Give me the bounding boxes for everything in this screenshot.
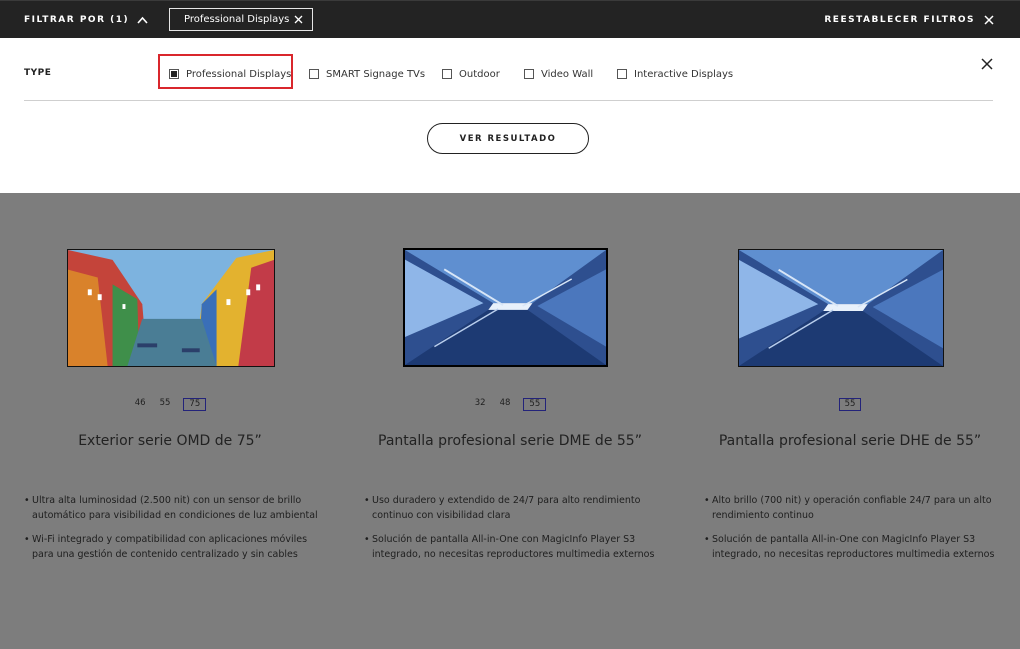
feature-item: Solución de pantalla All-in-One con Magi… (364, 532, 664, 562)
option-outdoor[interactable]: Outdoor (442, 67, 500, 81)
product-card-dme[interactable]: 32 48 55 Pantalla profesional serie DME … (340, 193, 680, 649)
option-smart-signage-tvs[interactable]: SMART Signage TVs (309, 67, 425, 81)
size-option[interactable]: 55 (159, 398, 172, 411)
close-icon (984, 15, 994, 25)
option-video-wall[interactable]: Video Wall (524, 67, 593, 81)
feature-item: Wi-Fi integrado y compatibilidad con apl… (24, 532, 324, 562)
size-option[interactable]: 48 (499, 398, 512, 411)
checkbox[interactable] (524, 69, 534, 79)
filter-toggle-label: FILTRAR POR (1) (24, 15, 130, 25)
option-label: SMART Signage TVs (326, 68, 426, 80)
filter-panel: TYPE Professional Displays SMART Signage… (0, 38, 1020, 193)
size-option-selected[interactable]: 55 (523, 398, 547, 411)
feature-item: Alto brillo (700 nit) y operación confia… (704, 493, 1004, 523)
chevron-up-icon (137, 16, 148, 24)
filter-bar: FILTRAR POR (1) Professional Displays RE… (0, 0, 1020, 38)
view-results-button[interactable]: VER RESULTADO (427, 123, 589, 154)
feature-item: Uso duradero y extendido de 24/7 para al… (364, 493, 664, 523)
product-image[interactable] (403, 248, 608, 367)
size-option[interactable]: 46 (134, 398, 147, 411)
size-option-selected[interactable]: 75 (183, 398, 207, 411)
size-option-selected[interactable]: 55 (838, 398, 862, 411)
product-image[interactable] (67, 249, 275, 367)
option-professional-displays[interactable]: Professional Displays (169, 67, 291, 81)
feature-list: Uso duradero y extendido de 24/7 para al… (364, 493, 664, 571)
venice-canal-image (68, 250, 274, 366)
abstract-blue-screen-image (405, 250, 606, 365)
checkbox-checked[interactable] (169, 69, 179, 79)
option-label: Interactive Displays (634, 68, 734, 80)
reset-filters-button[interactable]: REESTABLECER FILTROS (824, 12, 994, 28)
active-filter-chip: Professional Displays (169, 8, 313, 31)
option-label: Video Wall (541, 68, 594, 80)
size-selector: 55 (680, 398, 1020, 411)
product-image[interactable] (738, 249, 944, 367)
type-heading: TYPE (24, 68, 52, 78)
size-selector: 32 48 55 (340, 398, 680, 411)
option-label: Professional Displays (186, 68, 292, 80)
product-title[interactable]: Pantalla profesional serie DHE de 55” (680, 433, 1020, 449)
product-title[interactable]: Pantalla profesional serie DME de 55” (340, 433, 680, 449)
product-card-omd[interactable]: 46 55 75 Exterior serie OMD de 75” Ultra… (0, 193, 340, 649)
divider (24, 100, 993, 101)
filter-toggle-button[interactable]: FILTRAR POR (1) (24, 12, 148, 28)
abstract-blue-screen-image (739, 250, 943, 366)
product-card-dhe[interactable]: 55 Pantalla profesional serie DHE de 55”… (680, 193, 1020, 649)
chip-label: Professional Displays (184, 14, 290, 25)
option-label: Outdoor (459, 68, 500, 80)
feature-list: Ultra alta luminosidad (2.500 nit) con u… (24, 493, 324, 571)
size-selector: 46 55 75 (0, 398, 340, 411)
reset-filters-label: REESTABLECER FILTROS (824, 15, 975, 25)
product-title[interactable]: Exterior serie OMD de 75” (0, 433, 340, 449)
checkbox[interactable] (617, 69, 627, 79)
feature-item: Solución de pantalla All-in-One con Magi… (704, 532, 1004, 562)
option-interactive-displays[interactable]: Interactive Displays (617, 67, 733, 81)
checkbox[interactable] (309, 69, 319, 79)
close-icon[interactable] (981, 58, 993, 70)
close-icon[interactable] (294, 15, 303, 24)
feature-item: Ultra alta luminosidad (2.500 nit) con u… (24, 493, 324, 523)
size-option[interactable]: 32 (474, 398, 487, 411)
checkbox[interactable] (442, 69, 452, 79)
feature-list: Alto brillo (700 nit) y operación confia… (704, 493, 1004, 571)
